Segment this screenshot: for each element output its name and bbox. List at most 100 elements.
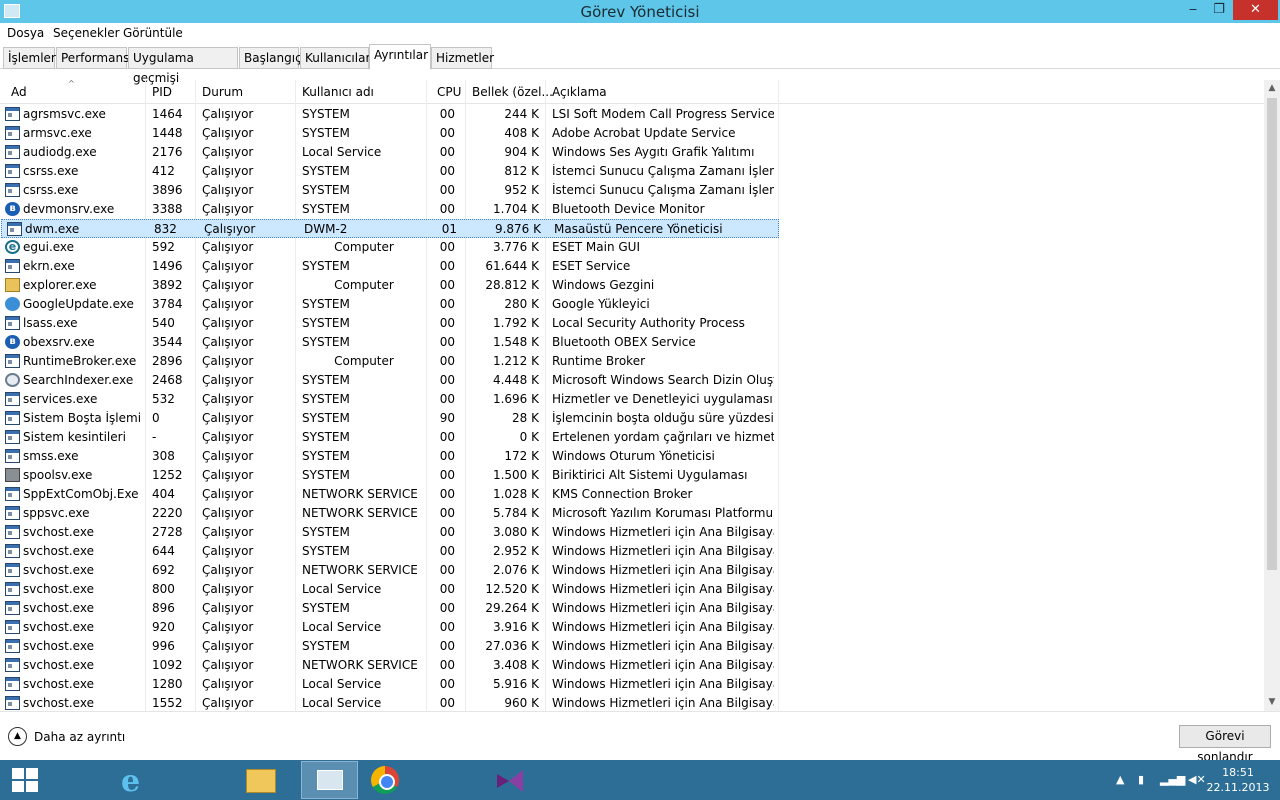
title-bar[interactable]: Görev Yöneticisi ‒ ❐ ✕ [0, 0, 1280, 23]
process-row[interactable]: svchost.exe 1552 Çalışıyor Local Service 00 9… [0, 694, 1264, 711]
taskbar-visual-studio[interactable] [242, 760, 523, 800]
network-icon[interactable]: ▂▄▆ [1160, 773, 1185, 786]
process-user: Local Service [302, 620, 382, 634]
taskbar-file-explorer[interactable] [118, 760, 276, 800]
process-row[interactable]: ʙ obexsrv.exe 3544 Çalışıyor SYSTEM 00 1.548 K… [0, 333, 1264, 352]
process-row[interactable]: e egui.exe 592 Çalışıyor Computer 00 3.776 K ES… [0, 238, 1264, 257]
maximize-button[interactable]: ❐ [1206, 0, 1232, 20]
process-status: Çalışıyor [202, 468, 254, 482]
fewer-details-label[interactable]: Daha az ayrıntı [34, 730, 125, 744]
application-icon [5, 658, 20, 672]
clock[interactable]: 18:51 22.11.2013 [1205, 765, 1271, 795]
process-row[interactable]: svchost.exe 800 Çalışıyor Local Service 00 12… [0, 580, 1264, 599]
process-cpu: 00 [439, 202, 455, 216]
process-name: armsvc.exe [23, 126, 92, 140]
clock-time: 18:51 [1222, 766, 1254, 779]
application-icon [5, 525, 20, 539]
volume-muted-icon[interactable]: ◀✕ [1188, 773, 1206, 786]
process-status: Çalışıyor [202, 525, 254, 539]
tab-kullanicilar[interactable]: Kullanıcılar [300, 47, 370, 69]
process-memory: 61.644 K [485, 259, 539, 273]
process-row[interactable]: sppsvc.exe 2220 Çalışıyor NETWORK SERVICE 00… [0, 504, 1264, 523]
process-row[interactable]: RuntimeBroker.exe 2896 Çalışıyor Computer 00… [0, 352, 1264, 371]
tab-uygulama-gecmisi[interactable]: Uygulama geçmişi [128, 47, 238, 85]
column-header-description[interactable]: Açıklama [552, 85, 607, 99]
column-header-row: Ad PID Durum Kullanıcı adı CPU Bellek (ö… [0, 80, 1264, 104]
process-row[interactable]: GoogleUpdate.exe 3784 Çalışıyor SYSTEM 00 280… [0, 295, 1264, 314]
process-pid: 800 [152, 582, 175, 596]
process-row[interactable]: csrss.exe 412 Çalışıyor SYSTEM 00 812 K İstemc… [0, 162, 1264, 181]
column-header-user[interactable]: Kullanıcı adı [302, 85, 374, 99]
application-icon [5, 544, 20, 558]
process-description: Biriktirici Alt Sistemi Uygulaması [552, 468, 748, 482]
process-row[interactable]: svchost.exe 996 Çalışıyor SYSTEM 00 27.036 K W… [0, 637, 1264, 656]
power-icon[interactable]: ▮ [1138, 773, 1144, 786]
column-header-cpu[interactable]: CPU [437, 85, 461, 99]
process-memory: 28.812 K [485, 278, 539, 292]
process-row[interactable]: armsvc.exe 1448 Çalışıyor SYSTEM 00 408 K Adob… [0, 124, 1264, 143]
show-hidden-icons[interactable]: ▲ [1116, 773, 1124, 786]
process-row[interactable]: Sistem Boşta İşlemi 0 Çalışıyor SYSTEM 90 28 … [0, 409, 1264, 428]
process-row[interactable]: csrss.exe 3896 Çalışıyor SYSTEM 00 952 K İstem… [0, 181, 1264, 200]
process-row[interactable]: audiodg.exe 2176 Çalışıyor Local Service 00 9… [0, 143, 1264, 162]
process-user: Computer [334, 354, 394, 368]
menu-dosya[interactable]: Dosya [7, 26, 44, 40]
process-row[interactable]: ʙ devmonsrv.exe 3388 Çalışıyor SYSTEM 00 1.704… [0, 200, 1264, 219]
process-row[interactable]: ekrn.exe 1496 Çalışıyor SYSTEM 00 61.644 K ESE… [0, 257, 1264, 276]
taskbar-internet-explorer[interactable]: e [56, 760, 140, 800]
process-row[interactable]: svchost.exe 920 Çalışıyor Local Service 00 3.… [0, 618, 1264, 637]
process-row[interactable]: spoolsv.exe 1252 Çalışıyor SYSTEM 00 1.500 K B… [0, 466, 1264, 485]
process-row[interactable]: svchost.exe 1092 Çalışıyor NETWORK SERVICE 0… [0, 656, 1264, 675]
process-row[interactable]: Sistem kesintileri - Çalışıyor SYSTEM 00 0 K E… [0, 428, 1264, 447]
process-row[interactable]: svchost.exe 692 Çalışıyor NETWORK SERVICE 00… [0, 561, 1264, 580]
column-header-name[interactable]: Ad [11, 85, 27, 99]
tab-performans[interactable]: Performans [56, 47, 129, 69]
close-button[interactable]: ✕ [1233, 0, 1278, 20]
tab-hizmetler[interactable]: Hizmetler [431, 47, 494, 69]
process-status: Çalışıyor [202, 373, 254, 387]
end-task-button[interactable]: Görevi sonlandır [1179, 725, 1271, 764]
application-icon [5, 487, 20, 501]
process-row[interactable]: services.exe 532 Çalışıyor SYSTEM 00 1.696 K H… [0, 390, 1264, 409]
process-row[interactable]: SppExtComObj.Exe 404 Çalışıyor NETWORK SERV… [0, 485, 1264, 504]
process-row[interactable]: lsass.exe 540 Çalışıyor SYSTEM 00 1.792 K Loca… [0, 314, 1264, 333]
process-status: Çalışıyor [202, 335, 254, 349]
scroll-down-icon[interactable]: ▼ [1264, 694, 1280, 711]
tab-baslangic[interactable]: Başlangıç [239, 47, 302, 69]
column-header-status[interactable]: Durum [202, 85, 243, 99]
process-name: svchost.exe [23, 563, 94, 577]
start-button[interactable] [0, 760, 56, 800]
process-pid: 2176 [152, 145, 183, 159]
process-row[interactable]: dwm.exe 832 Çalışıyor DWM-2 01 9.876 K Masaüst… [1, 219, 779, 238]
scrollbar-thumb[interactable] [1267, 98, 1277, 570]
process-user: SYSTEM [302, 411, 350, 425]
tab-islemler[interactable]: İşlemler [3, 47, 56, 69]
process-row[interactable]: svchost.exe 644 Çalışıyor SYSTEM 00 2.952 K Wi… [0, 542, 1264, 561]
process-name: devmonsrv.exe [23, 202, 115, 216]
footer-bar: ▲ Daha az ayrıntı Görevi sonlandır [0, 711, 1280, 764]
taskbar-task-manager[interactable] [301, 761, 358, 799]
process-row[interactable]: SearchIndexer.exe 2468 Çalışıyor SYSTEM 00 4.… [0, 371, 1264, 390]
vertical-scrollbar[interactable]: ▲ ▼ [1264, 80, 1280, 711]
process-row[interactable]: svchost.exe 896 Çalışıyor SYSTEM 00 29.264 K W… [0, 599, 1264, 618]
scroll-up-icon[interactable]: ▲ [1264, 80, 1280, 97]
process-row[interactable]: agrsmsvc.exe 1464 Çalışıyor SYSTEM 00 244 K LS… [0, 105, 1264, 124]
process-pid: 1448 [152, 126, 183, 140]
tab-ayrintilar[interactable]: Ayrıntılar [369, 44, 431, 70]
process-memory: 1.792 K [492, 316, 539, 330]
process-pid: 2896 [152, 354, 183, 368]
process-row[interactable]: svchost.exe 1280 Çalışıyor Local Service 00 5… [0, 675, 1264, 694]
column-header-memory[interactable]: Bellek (özel... [472, 85, 553, 99]
process-row[interactable]: svchost.exe 2728 Çalışıyor SYSTEM 00 3.080 K W… [0, 523, 1264, 542]
process-description: LSI Soft Modem Call Progress Service [552, 107, 774, 121]
process-pid: 1496 [152, 259, 183, 273]
process-memory: 9.876 K [494, 222, 541, 236]
column-header-pid[interactable]: PID [152, 85, 172, 99]
process-pid: 1252 [152, 468, 183, 482]
menu-secenekler[interactable]: Seçenekler [53, 26, 120, 40]
menu-goruntule[interactable]: Görüntüle [123, 26, 183, 40]
taskbar-chrome[interactable] [180, 760, 399, 800]
process-row[interactable]: explorer.exe 3892 Çalışıyor Computer 00 28.81… [0, 276, 1264, 295]
minimize-button[interactable]: ‒ [1180, 0, 1206, 20]
process-row[interactable]: smss.exe 308 Çalışıyor SYSTEM 00 172 K Windows… [0, 447, 1264, 466]
